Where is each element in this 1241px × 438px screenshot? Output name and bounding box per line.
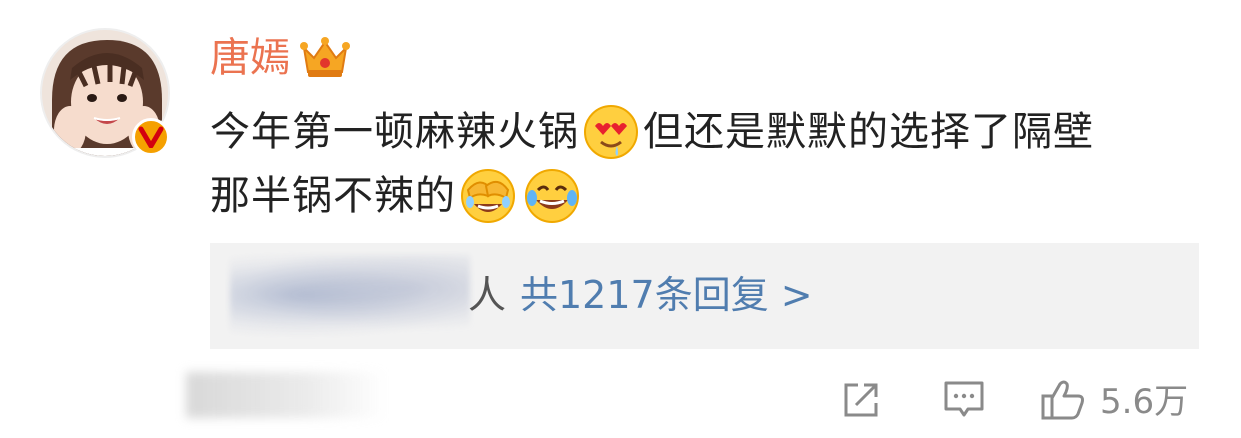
view-replies-link[interactable]: 共1217条回复 > bbox=[520, 265, 813, 325]
content-text-1a: 今年第一顿麻辣火锅 bbox=[210, 109, 579, 155]
repost-icon bbox=[840, 379, 882, 425]
post-content: 今年第一顿麻辣火锅 但还是默默的选择了隔壁 那半锅不辣的 bbox=[210, 100, 1210, 228]
like-count: 5.6万 bbox=[1100, 382, 1189, 422]
content-text-2: 那半锅不辣的 bbox=[210, 173, 456, 219]
reply-people-suffix: 人 bbox=[468, 273, 507, 317]
content-line-1: 今年第一顿麻辣火锅 但还是默默的选择了隔壁 bbox=[210, 100, 1210, 164]
content-line-2: 那半锅不辣的 bbox=[210, 164, 1210, 228]
thumbs-up-icon bbox=[1040, 378, 1086, 426]
repost-button[interactable] bbox=[840, 380, 882, 424]
avatar-container[interactable] bbox=[40, 28, 170, 158]
reply-summary-box[interactable]: 人 共1217条回复 > bbox=[210, 243, 1199, 349]
heart-eyes-drool-emoji bbox=[583, 104, 639, 160]
username[interactable]: 唐嫣 bbox=[210, 32, 290, 84]
tears-of-joy-emoji bbox=[524, 168, 580, 224]
content-text-1b: 但还是默默的选择了隔壁 bbox=[643, 109, 1094, 155]
verified-v-icon bbox=[132, 118, 170, 156]
comment-button[interactable] bbox=[942, 380, 986, 424]
blurred-timestamp bbox=[186, 372, 386, 418]
facepalm-laugh-emoji bbox=[460, 168, 516, 224]
blurred-replier-names bbox=[230, 255, 470, 335]
crown-badge-icon[interactable] bbox=[300, 36, 350, 80]
like-button[interactable]: 5.6万 bbox=[1040, 380, 1188, 424]
comment-icon bbox=[942, 379, 986, 425]
